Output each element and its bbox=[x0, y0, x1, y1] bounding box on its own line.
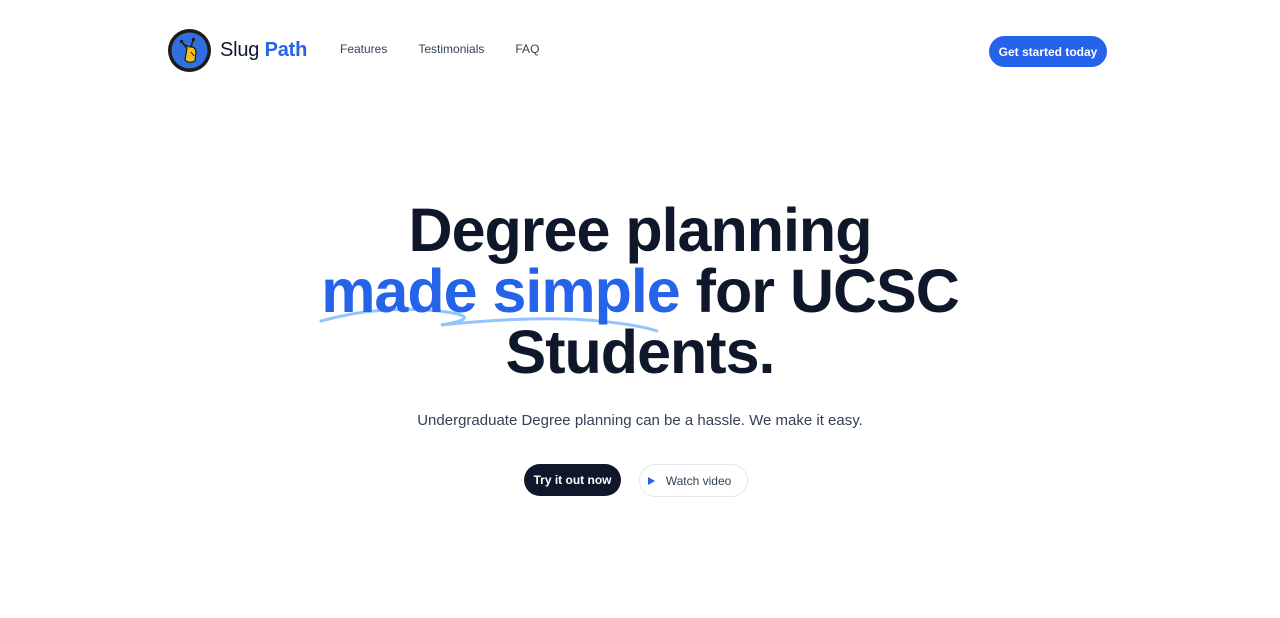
hero-actions: Try it out now Watch video bbox=[0, 464, 1280, 497]
hero-subheadline: Undergraduate Degree planning can be a h… bbox=[417, 412, 863, 429]
headline-line-3: Students. bbox=[505, 318, 776, 386]
nav-links: Features Testimonials FAQ bbox=[330, 40, 560, 58]
brand-name-part1: Slug bbox=[220, 39, 260, 61]
nav-link-testimonials[interactable]: Testimonials bbox=[408, 40, 494, 58]
brand-name-part2: Path bbox=[264, 39, 308, 61]
top-navigation: Slug Path Features Testimonials FAQ Get … bbox=[0, 0, 1280, 102]
watch-video-label: Watch video bbox=[665, 473, 732, 488]
headline-line-2: made simple for UCSC bbox=[0, 261, 1280, 333]
headline-highlight: made simple bbox=[319, 261, 681, 333]
brand-logo-link[interactable]: Slug Path bbox=[168, 29, 307, 72]
nav-link-features[interactable]: Features bbox=[330, 40, 397, 58]
play-icon bbox=[647, 476, 655, 485]
brand-name: Slug Path bbox=[220, 39, 307, 62]
hero-headline: Degree planning made simple for UCSC Stu… bbox=[0, 200, 1280, 383]
headline-highlight-text: made simple bbox=[321, 257, 681, 325]
headline-line-1: Degree planning bbox=[408, 196, 873, 264]
hero-section: Degree planning made simple for UCSC Stu… bbox=[0, 200, 1280, 497]
nav-link-faq[interactable]: FAQ bbox=[505, 40, 549, 58]
watch-video-button[interactable]: Watch video bbox=[639, 464, 748, 497]
get-started-button[interactable]: Get started today bbox=[989, 36, 1107, 67]
headline-line-2-rest: for UCSC bbox=[679, 257, 960, 325]
slug-mascot-icon bbox=[168, 29, 211, 72]
try-it-out-button[interactable]: Try it out now bbox=[524, 464, 621, 496]
